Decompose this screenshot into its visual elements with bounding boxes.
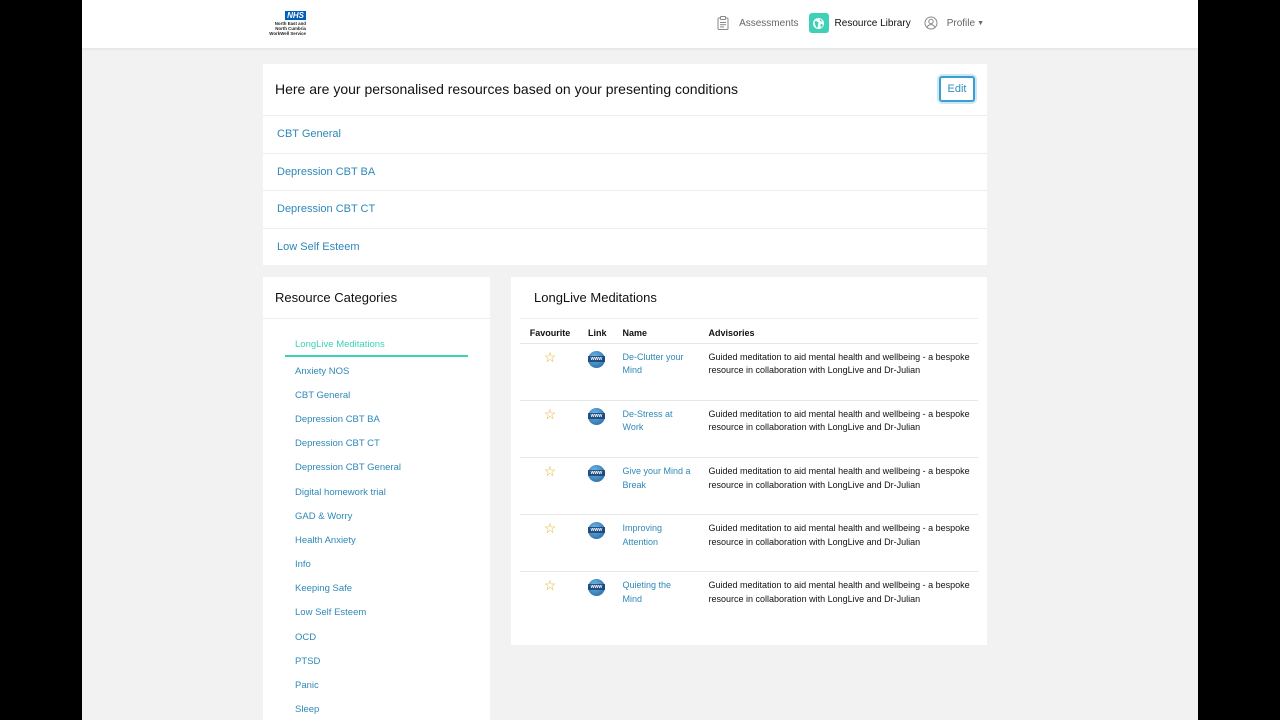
name-cell: De-Stress at Work xyxy=(614,399,701,458)
nav-resource-library-label: Resource Library xyxy=(834,17,911,29)
personalised-title: Here are your personalised resources bas… xyxy=(275,81,739,97)
nav-assessments[interactable]: Assessments xyxy=(713,13,799,33)
category-item[interactable]: GAD & Worry xyxy=(285,504,468,528)
www-icon-text: www xyxy=(588,412,605,419)
personalised-item[interactable]: Depression CBT BA xyxy=(263,152,987,191)
table-header-row: Favourite Link Name Advisories xyxy=(520,323,978,343)
resource-name-link[interactable]: De-Clutter your Mind xyxy=(623,352,684,376)
column-header-name: Name xyxy=(622,327,648,338)
star-icon[interactable]: ☆ xyxy=(544,577,557,593)
user-icon xyxy=(921,13,941,33)
link-cell: www xyxy=(580,571,615,629)
category-item[interactable]: Panic xyxy=(285,673,468,697)
resources-title: LongLive Meditations xyxy=(534,290,657,305)
favourite-cell: ☆ xyxy=(520,399,580,458)
star-icon[interactable]: ☆ xyxy=(544,463,557,479)
www-link-icon[interactable]: www xyxy=(588,579,605,597)
column-header-favourite: Favourite xyxy=(529,327,571,338)
advisory-cell: Guided meditation to aid mental health a… xyxy=(700,456,978,515)
www-icon-text: www xyxy=(588,527,605,534)
table-row: ☆ www Improving Attention Guided meditation… xyxy=(520,514,978,572)
category-item[interactable]: Health Anxiety xyxy=(285,528,468,552)
table-row: ☆ www Quieting the Mind Guided meditation t… xyxy=(520,571,978,629)
personalised-item[interactable]: Low Self Esteem xyxy=(263,227,987,266)
clipboard-icon xyxy=(713,13,733,33)
advisory-cell: Guided meditation to aid mental health a… xyxy=(700,399,978,458)
personalised-item[interactable]: Depression CBT CT xyxy=(263,190,987,228)
column-header-link: Link xyxy=(588,327,607,338)
divider xyxy=(520,318,978,319)
link-cell: www xyxy=(580,342,615,401)
resources-table: Favourite Link Name Advisories ☆ www De-Cl… xyxy=(520,323,978,629)
www-link-icon[interactable]: www xyxy=(588,350,605,368)
resources-panel: LongLive Meditations Favourite Link Name… xyxy=(511,277,987,645)
category-item[interactable]: Depression CBT General xyxy=(285,456,468,480)
resource-name-link[interactable]: Quieting the Mind xyxy=(623,580,672,604)
link-cell: www xyxy=(580,514,615,572)
category-item[interactable]: Depression CBT CT xyxy=(285,432,468,456)
nhs-logo[interactable]: NHS North East and North Cumbria WorkWel… xyxy=(266,11,306,37)
top-navbar: NHS North East and North Cumbria WorkWel… xyxy=(82,0,1198,48)
name-cell: Improving Attention xyxy=(614,514,701,572)
nav-assessments-label: Assessments xyxy=(739,17,799,29)
category-item[interactable]: Sleep xyxy=(285,698,468,720)
categories-title: Resource Categories xyxy=(275,290,398,305)
name-cell: Give your Mind a Break xyxy=(614,456,701,515)
category-item[interactable]: Digital homework trial xyxy=(285,480,468,504)
advisory-cell: Guided meditation to aid mental health a… xyxy=(700,342,978,401)
category-list: LongLive Meditations Anxiety NOS CBT Gener… xyxy=(285,333,468,720)
www-icon-text: www xyxy=(588,584,605,591)
star-icon[interactable]: ☆ xyxy=(544,406,557,422)
name-cell: De-Clutter your Mind xyxy=(614,342,701,401)
category-item[interactable]: LongLive Meditations xyxy=(285,333,468,357)
www-link-icon[interactable]: www xyxy=(588,522,605,540)
globe-icon xyxy=(808,13,829,33)
www-icon-text: www xyxy=(588,355,605,362)
www-link-icon[interactable]: www xyxy=(588,464,605,482)
nav-profile[interactable]: Profile ▼ xyxy=(921,13,984,33)
table-row: ☆ www De-Clutter your Mind Guided meditatio… xyxy=(520,342,978,401)
table-row: ☆ www Give your Mind a Break Guided meditat… xyxy=(520,456,978,515)
nav-profile-label: Profile xyxy=(946,17,976,29)
advisory-cell: Guided meditation to aid mental health a… xyxy=(700,571,978,629)
www-icon-text: www xyxy=(588,469,605,476)
personalised-list: CBT General Depression CBT BA Depression C… xyxy=(263,115,987,265)
link-cell: www xyxy=(580,399,615,458)
app-root: NHS North East and North Cumbria WorkWel… xyxy=(82,0,1198,720)
personalised-resources-panel: Here are your personalised resources bas… xyxy=(263,64,987,265)
star-icon[interactable]: ☆ xyxy=(544,349,557,365)
category-item[interactable]: OCD xyxy=(285,625,468,649)
table-row: ☆ www De-Stress at Work Guided meditation t… xyxy=(520,399,978,458)
edit-button[interactable]: Edit xyxy=(939,76,975,102)
nav-resource-library[interactable]: Resource Library xyxy=(808,13,911,33)
favourite-cell: ☆ xyxy=(520,456,580,515)
nhs-badge: NHS xyxy=(285,11,306,20)
www-link-icon[interactable]: www xyxy=(588,407,605,425)
favourite-cell: ☆ xyxy=(520,514,580,572)
advisory-cell: Guided meditation to aid mental health a… xyxy=(700,514,978,572)
name-cell: Quieting the Mind xyxy=(614,571,701,629)
favourite-cell: ☆ xyxy=(520,571,580,629)
category-item[interactable]: Low Self Esteem xyxy=(285,601,468,625)
resource-categories-panel: Resource Categories LongLive Meditations… xyxy=(263,277,490,720)
link-cell: www xyxy=(580,456,615,515)
resource-name-link[interactable]: De-Stress at Work xyxy=(623,409,673,433)
star-icon[interactable]: ☆ xyxy=(544,520,557,536)
resource-name-link[interactable]: Give your Mind a Break xyxy=(623,466,691,490)
category-item[interactable]: PTSD xyxy=(285,649,468,673)
favourite-cell: ☆ xyxy=(520,342,580,401)
column-header-advisories: Advisories xyxy=(708,327,755,338)
category-item[interactable]: Keeping Safe xyxy=(285,577,468,601)
chevron-down-icon: ▼ xyxy=(977,19,984,27)
personalised-item[interactable]: CBT General xyxy=(263,115,987,153)
category-item[interactable]: Anxiety NOS xyxy=(285,359,468,383)
resource-name-link[interactable]: Improving Attention xyxy=(623,523,663,547)
org-name: North East and North Cumbria WorkWell Se… xyxy=(269,21,306,36)
category-item[interactable]: Depression CBT BA xyxy=(285,407,468,431)
category-item[interactable]: Info xyxy=(285,553,468,577)
category-item[interactable]: CBT General xyxy=(285,383,468,407)
divider xyxy=(263,318,490,319)
main-nav: Assessments Resource Library Profile ▼ xyxy=(703,12,984,34)
